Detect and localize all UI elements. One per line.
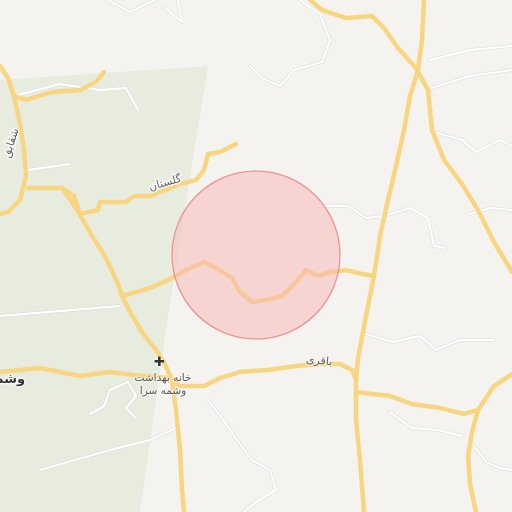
map-canvas: گلستان شقایق bbox=[0, 0, 512, 512]
road-label-baqri: باقری bbox=[305, 352, 333, 369]
poi-label-line1: خانه بهداشت bbox=[134, 372, 192, 384]
park-area bbox=[0, 66, 208, 512]
medical-cross-icon[interactable]: ✚ bbox=[154, 356, 165, 369]
poi-label-health-house[interactable]: خانه بهداشت وشمه سرا bbox=[130, 372, 196, 398]
highlight-radius-circle bbox=[171, 170, 341, 340]
place-label-partial: وشم bbox=[0, 372, 26, 387]
poi-label-line2: وشمه سرا bbox=[139, 385, 187, 397]
map-view[interactable]: گلستان شقایق باقری وشم ✚ خانه بهداشت وشم… bbox=[0, 0, 512, 512]
